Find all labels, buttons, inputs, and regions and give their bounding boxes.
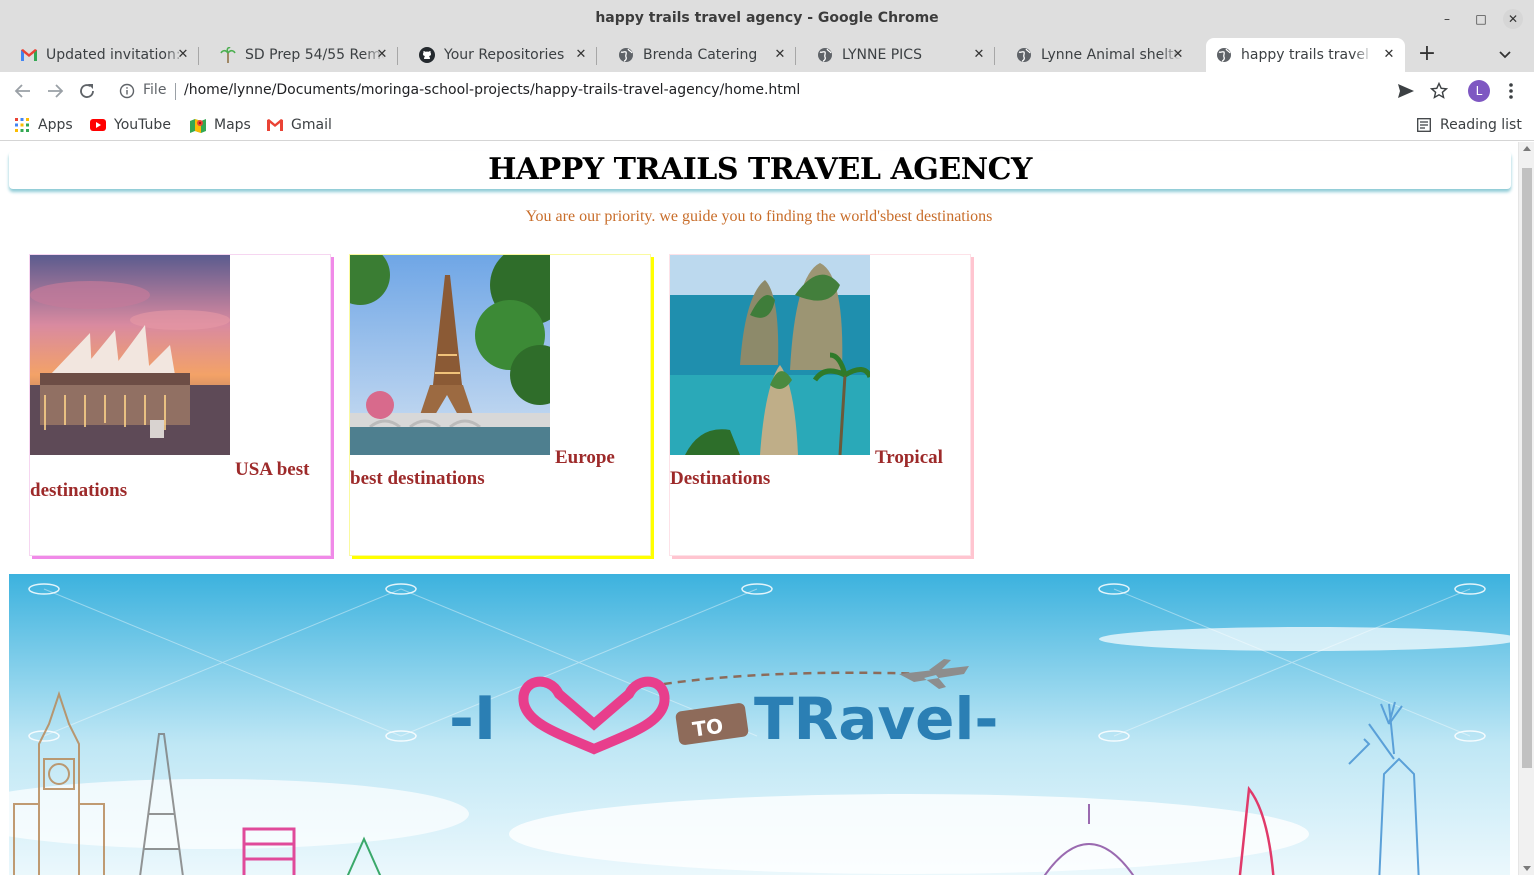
tab-label: Brenda Catering — [643, 47, 758, 63]
bookmarks-bar: Apps YouTube Maps Gmail Reading list — [0, 109, 1534, 141]
close-tab-icon[interactable]: ✕ — [772, 47, 788, 63]
globe-icon — [817, 47, 833, 63]
reload-icon — [80, 84, 94, 98]
maximize-button[interactable]: □ — [1471, 9, 1491, 29]
back-arrow-icon — [14, 84, 30, 98]
page-header: HAPPY TRAILS TRAVEL AGENCY — [9, 151, 1511, 189]
tab-label: Updated invitation: — [46, 47, 181, 63]
svg-text:TO: TO — [691, 714, 725, 742]
card-caption[interactable]: Europe best destinations — [350, 447, 646, 489]
page-viewport: HAPPY TRAILS TRAVEL AGENCY You are our p… — [0, 142, 1518, 875]
reading-list-icon — [1416, 117, 1432, 133]
profile-avatar[interactable]: L — [1468, 80, 1490, 102]
send-tab-icon[interactable] — [1396, 81, 1416, 101]
tab-label: Your Repositories — [444, 47, 565, 63]
bookmark-apps[interactable]: Apps — [14, 115, 73, 135]
page-scrollbar[interactable] — [1518, 142, 1534, 875]
bookmark-label: Gmail — [291, 117, 332, 133]
tropical-cliffs-photo[interactable] — [670, 255, 870, 455]
scroll-down-arrow-icon[interactable] — [1523, 866, 1531, 871]
address-bar[interactable]: File /home/lynne/Documents/moringa-schoo… — [108, 76, 1453, 106]
forward-button[interactable] — [44, 80, 66, 102]
reload-button[interactable] — [76, 80, 98, 102]
close-tab-icon[interactable]: ✕ — [374, 47, 390, 63]
tab-brenda-catering[interactable]: Brenda Catering ✕ — [597, 38, 796, 72]
back-button[interactable] — [12, 80, 34, 102]
maps-icon — [190, 117, 206, 133]
destination-card-tropical[interactable]: Tropical Destinations — [669, 254, 971, 556]
close-tab-icon[interactable]: ✕ — [971, 47, 987, 63]
bookmark-label: Apps — [38, 117, 73, 133]
browser-toolbar: File /home/lynne/Documents/moringa-schoo… — [0, 72, 1534, 109]
tab-strip: Updated invitation: ✕ SD Prep 54/55 Remo… — [0, 38, 1534, 72]
close-tab-icon[interactable]: ✕ — [175, 47, 191, 63]
omnibox-separator — [175, 83, 176, 100]
forward-arrow-icon — [48, 84, 64, 98]
tab-sd-prep[interactable]: SD Prep 54/55 Remote ✕ — [199, 38, 398, 72]
palm-icon — [220, 47, 236, 63]
card-caption[interactable]: Tropical Destinations — [670, 447, 966, 489]
destination-card-europe[interactable]: Europe best destinations — [349, 254, 651, 556]
tab-label: happy trails travel agency — [1241, 47, 1373, 63]
url-text[interactable]: /home/lynne/Documents/moringa-school-pro… — [184, 82, 800, 98]
window-titlebar: happy trails travel agency - Google Chro… — [0, 0, 1534, 38]
bookmark-label: YouTube — [114, 117, 171, 133]
i-love-to-travel-banner: -I TO TRavel- — [9, 574, 1510, 875]
tab-lynne-animal-shelter[interactable]: Lynne Animal shelter ✕ — [995, 38, 1194, 72]
sydney-opera-house-photo[interactable] — [30, 255, 230, 455]
bookmark-star-icon[interactable] — [1429, 81, 1449, 101]
close-tab-icon[interactable]: ✕ — [573, 47, 589, 63]
tab-label: Lynne Animal shelter — [1041, 47, 1181, 63]
page-tagline: You are our priority. we guide you to fi… — [525, 208, 993, 225]
svg-text:-I: -I — [449, 684, 496, 754]
page-title: HAPPY TRAILS TRAVEL AGENCY — [488, 152, 1032, 187]
tab-label: SD Prep 54/55 Remote — [245, 47, 385, 63]
card-caption[interactable]: USA best destinations — [30, 459, 326, 501]
svg-text:TRavel-: TRavel- — [754, 685, 998, 753]
bookmark-gmail[interactable]: Gmail — [267, 115, 332, 135]
bookmark-youtube[interactable]: YouTube — [90, 115, 171, 135]
github-icon — [419, 47, 435, 63]
minimize-button[interactable]: – — [1437, 9, 1457, 29]
scroll-up-arrow-icon[interactable] — [1523, 146, 1531, 151]
eiffel-tower-photo[interactable] — [350, 255, 550, 455]
tab-search-chevron-icon[interactable] — [1495, 46, 1515, 64]
apps-grid-icon — [14, 117, 30, 133]
chrome-menu-icon[interactable] — [1501, 81, 1521, 101]
globe-icon — [618, 47, 634, 63]
globe-icon — [1016, 47, 1032, 63]
globe-icon — [1216, 47, 1232, 63]
new-tab-button[interactable]: + — [1416, 43, 1438, 66]
close-window-button[interactable]: ✕ — [1503, 9, 1523, 29]
reading-list-label: Reading list — [1440, 117, 1522, 133]
close-tab-icon[interactable]: ✕ — [1381, 47, 1397, 63]
scrollbar-thumb[interactable] — [1522, 168, 1532, 768]
tab-label: LYNNE PICS — [842, 47, 922, 63]
close-tab-icon[interactable]: ✕ — [1170, 47, 1186, 63]
tab-github[interactable]: Your Repositories ✕ — [398, 38, 597, 72]
tab-lynne-pics[interactable]: LYNNE PICS ✕ — [796, 38, 995, 72]
youtube-icon — [90, 117, 106, 133]
window-title: happy trails travel agency - Google Chro… — [595, 10, 939, 26]
gmail-icon — [267, 117, 283, 133]
tab-happy-trails-active[interactable]: happy trails travel agency ✕ — [1206, 38, 1405, 72]
bookmark-label: Maps — [214, 117, 251, 133]
tab-gmail[interactable]: Updated invitation: ✕ — [0, 38, 199, 72]
destination-card-usa[interactable]: USA best destinations — [29, 254, 331, 556]
info-icon[interactable] — [119, 83, 135, 99]
bookmark-maps[interactable]: Maps — [190, 115, 251, 135]
scheme-label: File — [143, 82, 167, 98]
gmail-icon — [21, 47, 37, 63]
reading-list-button[interactable]: Reading list — [1416, 115, 1522, 135]
